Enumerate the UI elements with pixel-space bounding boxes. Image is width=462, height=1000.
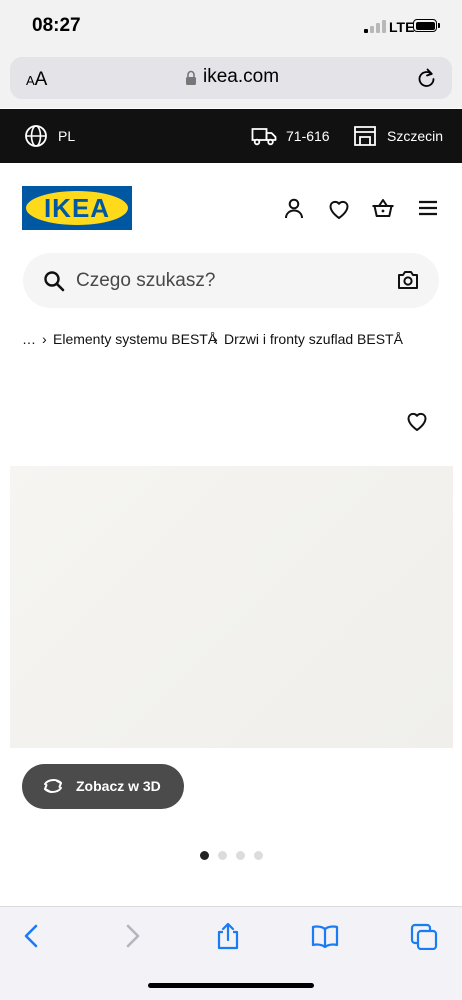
signal-icon	[364, 20, 386, 33]
home-indicator	[148, 983, 314, 988]
postal-code[interactable]: 71-616	[286, 128, 330, 144]
favourite-heart-icon[interactable]	[405, 410, 429, 432]
battery-icon	[413, 19, 440, 32]
rotate-icon	[44, 778, 62, 794]
menu-icon[interactable]	[416, 196, 440, 220]
url-text[interactable]: ikea.com	[203, 66, 279, 88]
lock-icon	[186, 70, 196, 85]
chevron-right-icon: ›	[213, 331, 218, 347]
breadcrumb-item[interactable]: Elementy systemu BESTÅ	[53, 331, 217, 347]
forward-icon[interactable]	[118, 922, 146, 950]
basket-icon[interactable]	[371, 196, 395, 220]
share-icon[interactable]	[214, 922, 242, 950]
chevron-right-icon: ›	[42, 331, 47, 347]
store-icon[interactable]	[353, 125, 377, 147]
status-time: 08:27	[32, 15, 81, 36]
carousel-dot[interactable]	[218, 851, 227, 860]
ikea-logo[interactable]: IKEA	[22, 186, 132, 230]
network-type: LTE	[389, 19, 415, 35]
tabs-icon[interactable]	[410, 922, 438, 950]
breadcrumb-ellipsis[interactable]: …	[22, 331, 36, 347]
globe-icon[interactable]	[24, 124, 48, 148]
view-3d-label: Zobacz w 3D	[76, 778, 161, 794]
search-icon[interactable]	[43, 270, 65, 292]
breadcrumb-item[interactable]: Drzwi i fronty szuflad BESTÅ	[224, 331, 403, 347]
camera-icon[interactable]	[397, 270, 419, 290]
reload-icon[interactable]	[416, 67, 438, 89]
carousel-dot[interactable]	[254, 851, 263, 860]
search-input[interactable]	[76, 268, 376, 294]
store-name[interactable]: Szczecin	[387, 128, 443, 144]
user-icon[interactable]	[282, 196, 306, 220]
language-selector[interactable]: PL	[58, 128, 75, 144]
back-icon[interactable]	[18, 922, 46, 950]
text-size-button[interactable]: AA	[26, 69, 47, 91]
truck-icon[interactable]	[251, 126, 277, 146]
carousel-dot-active[interactable]	[200, 851, 209, 860]
product-image[interactable]	[10, 466, 453, 748]
bookmarks-icon[interactable]	[311, 922, 339, 950]
carousel-dot[interactable]	[236, 851, 245, 860]
svg-text:IKEA: IKEA	[44, 193, 110, 223]
heart-icon[interactable]	[327, 197, 351, 221]
